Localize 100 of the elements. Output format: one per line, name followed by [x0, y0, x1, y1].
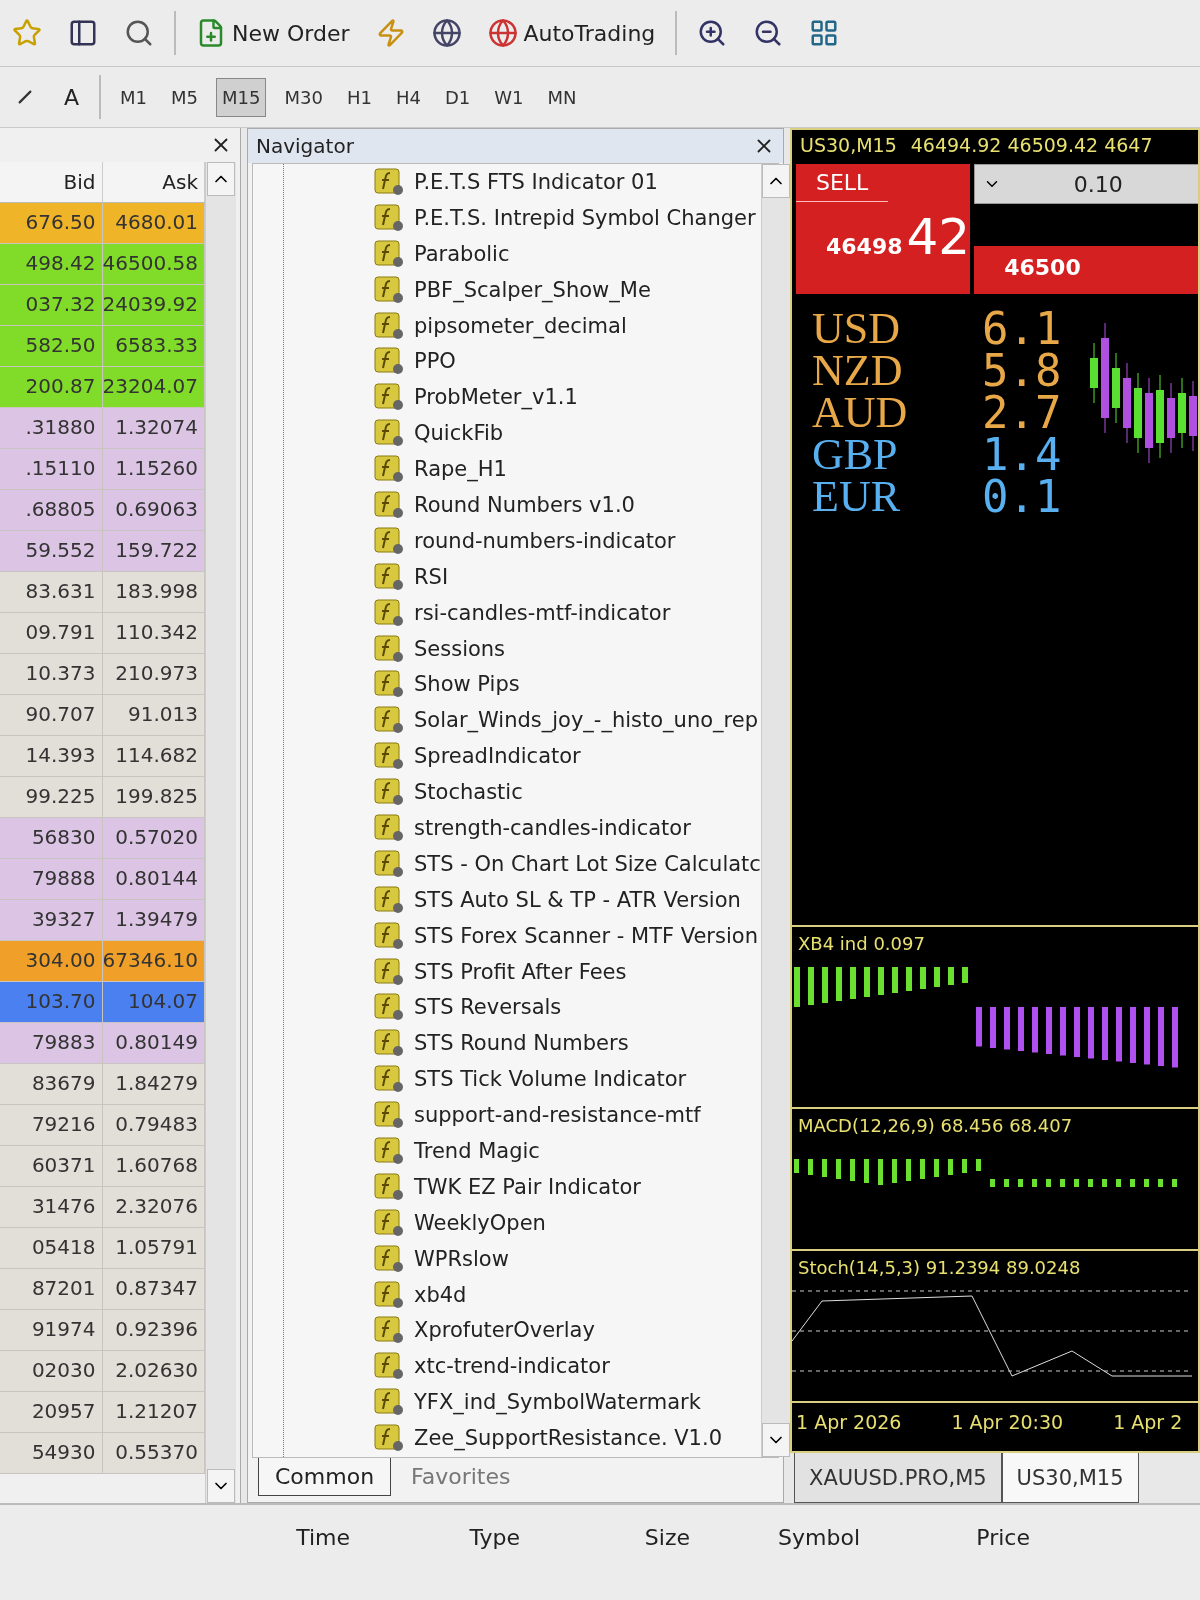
quote-row[interactable]: 60371 1.60768 — [0, 1146, 205, 1187]
sell-button[interactable]: SELL 46498 42 — [796, 164, 971, 294]
quote-row[interactable]: 83679 1.84279 — [0, 1064, 205, 1105]
buy-button[interactable]: 46500 — [974, 246, 1198, 294]
timeframe-button[interactable]: W1 — [489, 78, 529, 116]
quote-row[interactable]: 79216 0.79483 — [0, 1105, 205, 1146]
indicator-item[interactable]: SpreadIndicator — [374, 738, 761, 775]
quote-row[interactable]: .15110 1.15260 — [0, 449, 205, 490]
indicator-item[interactable]: STS Reversals — [374, 989, 761, 1026]
lot-size-field[interactable]: 0.10 — [974, 164, 1198, 204]
indicator-item[interactable]: P.E.T.S. Intrepid Symbol Changer — [374, 199, 761, 236]
indicator-item[interactable]: PBF_Scalper_Show_Me — [374, 271, 761, 308]
quote-row[interactable]: 54930 0.55370 — [0, 1433, 205, 1474]
quote-row[interactable]: 39327 1.39479 — [0, 900, 205, 941]
indicator-item[interactable]: Stochastic — [374, 774, 761, 811]
column-header[interactable]: Symbol — [690, 1525, 860, 1600]
bid-cell: 103.70 — [0, 982, 103, 1022]
column-header[interactable]: Type — [350, 1525, 520, 1600]
indicator-item[interactable]: Rape_H1 — [374, 451, 761, 487]
quote-row[interactable]: 02030 2.02630 — [0, 1351, 205, 1392]
indicator-item[interactable]: rsi-candles-mtf-indicator — [374, 594, 761, 631]
timeframe-button[interactable]: MN — [542, 78, 582, 116]
timeframe-button[interactable]: H1 — [341, 78, 377, 116]
text-tool-button[interactable]: A — [58, 80, 86, 114]
column-header[interactable]: Size — [520, 1525, 690, 1600]
timeframe-button[interactable]: M5 — [166, 78, 204, 116]
candle — [1189, 380, 1197, 452]
indicator-item[interactable]: YFX_ind_SymbolWatermark — [374, 1384, 761, 1421]
indicator-item[interactable]: STS Profit After Fees — [374, 953, 761, 990]
indicator-item[interactable]: STS Forex Scanner - MTF Version — [374, 917, 761, 954]
indicator-item[interactable]: TWK EZ Pair Indicator — [374, 1168, 761, 1205]
indicator-item[interactable]: Zee_SupportResistance. V1.0 — [374, 1420, 761, 1457]
indicator-item[interactable]: pipsometer_decimal — [374, 307, 761, 344]
indicator-item[interactable]: P.E.T.S FTS Indicator 01 — [374, 164, 761, 200]
indicator-item[interactable]: WeeklyOpen — [374, 1204, 761, 1241]
column-header[interactable]: Price — [860, 1525, 1030, 1600]
indicator-item[interactable]: Parabolic — [374, 235, 761, 272]
autotrading-button[interactable]: AutoTrading — [481, 14, 662, 52]
navigator-tab[interactable]: Favorites — [395, 1458, 527, 1495]
indicator-item[interactable]: STS - On Chart Lot Size Calculatc — [374, 845, 761, 882]
quote-row[interactable]: 09.791 110.342 — [0, 613, 205, 654]
indicator-item[interactable]: STS Round Numbers — [374, 1025, 761, 1062]
bid-cell: 39327 — [0, 900, 103, 940]
indicator-icon — [374, 598, 404, 627]
indicator-item[interactable]: Show Pips — [374, 666, 761, 703]
scroll-down-button[interactable] — [207, 1469, 235, 1503]
quote-row[interactable]: 79883 0.80149 — [0, 1023, 205, 1064]
quote-row[interactable]: 87201 0.87347 — [0, 1269, 205, 1310]
indicator-icon — [374, 957, 404, 986]
quote-row[interactable]: 20957 1.21207 — [0, 1392, 205, 1433]
indicator-item[interactable]: strength-candles-indicator — [374, 810, 761, 846]
quote-row[interactable]: 037.32 24039.92 — [0, 285, 205, 326]
timeframe-button[interactable]: D1 — [439, 78, 476, 116]
indicator-item[interactable]: Solar_Winds_joy_-_histo_uno_rep — [374, 702, 761, 739]
indicator-item[interactable]: Trend Magic — [374, 1133, 761, 1169]
scroll-up-button[interactable] — [761, 164, 790, 198]
quote-row[interactable]: 200.87 23204.07 — [0, 367, 205, 408]
quote-row[interactable]: 99.225 199.825 — [0, 777, 205, 818]
indicator-item[interactable]: RSI — [374, 558, 761, 595]
indicator-item[interactable]: PPO — [374, 343, 761, 380]
indicator-item[interactable]: Sessions — [374, 630, 761, 667]
timeframe-button[interactable]: M30 — [279, 78, 328, 116]
quote-row[interactable]: 79888 0.80144 — [0, 859, 205, 900]
quote-row[interactable]: 91974 0.92396 — [0, 1310, 205, 1351]
quote-row[interactable]: 90.707 91.013 — [0, 695, 205, 736]
column-header[interactable]: Bid — [0, 162, 103, 202]
timeframe-button[interactable]: M1 — [115, 78, 153, 116]
quote-row[interactable]: 14.393 114.682 — [0, 736, 205, 777]
quote-row[interactable]: 582.50 6583.33 — [0, 326, 205, 367]
indicator-item[interactable]: STS Tick Volume Indicator — [374, 1061, 761, 1098]
quote-row[interactable]: 56830 0.57020 — [0, 818, 205, 859]
quote-row[interactable]: 304.00 67346.10 — [0, 941, 205, 982]
timeframe-button[interactable]: M15 — [217, 78, 266, 116]
quote-row[interactable]: .68805 0.69063 — [0, 490, 205, 531]
timeframe-button[interactable]: H4 — [390, 78, 426, 116]
quote-row[interactable]: 498.42 46500.58 — [0, 244, 205, 285]
navigator-tab[interactable]: Common — [258, 1458, 392, 1496]
scroll-up-button[interactable] — [207, 162, 235, 196]
indicator-item[interactable]: WPRslow — [374, 1240, 761, 1277]
scroll-down-button[interactable] — [761, 1423, 790, 1457]
quote-row[interactable]: 31476 2.32076 — [0, 1187, 205, 1228]
indicator-item[interactable]: XprofuterOverlay — [374, 1312, 761, 1349]
indicator-item[interactable]: Round Numbers v1.0 — [374, 487, 761, 523]
quote-row[interactable]: 59.552 159.722 — [0, 531, 205, 572]
indicator-item[interactable]: QuickFib — [374, 415, 761, 452]
quote-row[interactable]: .31880 1.32074 — [0, 408, 205, 449]
indicator-item[interactable]: xtc-trend-indicator — [374, 1348, 761, 1385]
quote-row[interactable]: 10.373 210.973 — [0, 654, 205, 695]
chart-tab[interactable]: XAUUSD.PRO,M5 — [794, 1453, 1002, 1503]
indicator-item[interactable]: ProbMeter_v1.1 — [374, 379, 761, 416]
indicator-item[interactable]: xb4d — [374, 1276, 761, 1313]
new-order-button[interactable]: New Order — [190, 14, 356, 52]
chart-tab[interactable]: US30,M15 — [1001, 1453, 1139, 1503]
indicator-item[interactable]: support-and-resistance-mtf — [374, 1097, 761, 1134]
indicator-item[interactable]: round-numbers-indicator — [374, 522, 761, 559]
indicator-item[interactable]: STS Auto SL & TP - ATR Version — [374, 881, 761, 918]
quote-row[interactable]: 676.50 4680.01 — [0, 203, 205, 244]
column-header[interactable]: Time — [0, 1525, 350, 1600]
quote-row[interactable]: 83.631 183.998 — [0, 572, 205, 613]
quote-row[interactable]: 05418 1.05791 — [0, 1228, 205, 1269]
